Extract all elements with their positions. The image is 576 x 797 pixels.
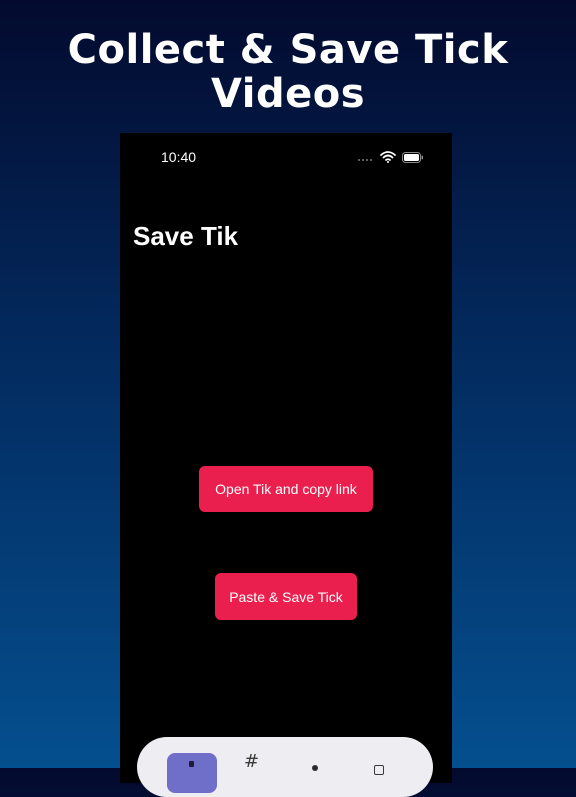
status-time: 10:40	[161, 149, 197, 165]
paste-save-button[interactable]: Paste & Save Tick	[215, 573, 357, 620]
promo-headline-line-1: Collect & Save Tick	[67, 27, 509, 73]
tab-saved[interactable]	[373, 753, 387, 793]
tab-hashtag[interactable]: #	[244, 751, 260, 791]
promo-headline-line-2: Videos	[210, 71, 365, 117]
battery-icon	[402, 152, 423, 163]
open-tik-copy-link-button[interactable]: Open Tik and copy link	[199, 466, 373, 512]
home-icon	[189, 761, 194, 767]
tab-bar: #	[137, 737, 433, 797]
hashtag-icon: #	[244, 751, 260, 772]
status-bar: 10:40	[120, 133, 452, 179]
wifi-icon	[380, 151, 396, 163]
user-icon	[312, 765, 318, 771]
phone-screen: 10:40 Save Tik Open Tik and copy link Pa…	[120, 133, 452, 783]
app-title: Save Tik	[133, 221, 239, 251]
tab-home[interactable]	[167, 753, 217, 793]
promo-headline: Collect & Save Tick Videos	[0, 28, 576, 116]
cellular-signal-icon	[358, 159, 376, 162]
saved-icon	[374, 765, 384, 775]
tab-profile[interactable]	[310, 753, 320, 793]
